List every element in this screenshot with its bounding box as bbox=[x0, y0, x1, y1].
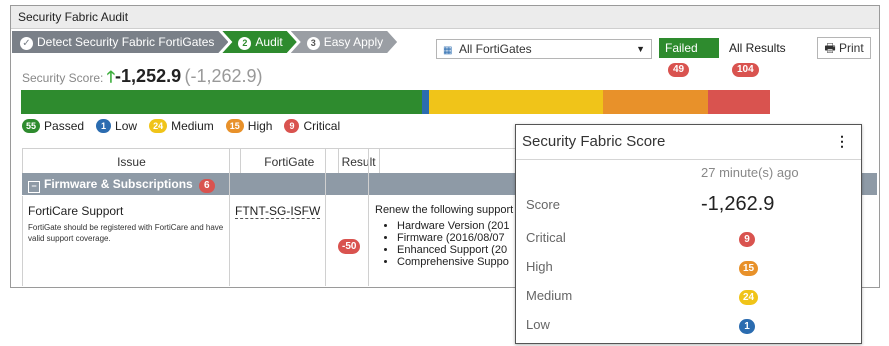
popup-score-label: Score bbox=[526, 197, 560, 212]
window-title: Security Fabric Audit bbox=[11, 6, 879, 29]
fortigate-icon: ▦ bbox=[443, 45, 453, 56]
fortigate-filter-value: All FortiGates bbox=[459, 42, 532, 56]
list-item: Comprehensive Suppo bbox=[397, 256, 513, 268]
issue-title: FortiCare Support bbox=[28, 204, 124, 218]
popup-low-label: Low bbox=[526, 317, 550, 332]
column-divider bbox=[368, 148, 369, 286]
result-badge: -50 bbox=[338, 239, 361, 254]
legend-medium[interactable]: 24 Medium bbox=[149, 119, 214, 133]
print-label: Print bbox=[838, 41, 864, 55]
critical-label: Critical bbox=[303, 119, 341, 133]
legend-critical[interactable]: 9 Critical bbox=[284, 119, 340, 133]
bar-segment-critical bbox=[707, 90, 770, 114]
col-header-issue[interactable]: Issue bbox=[22, 148, 241, 176]
passed-label: Passed bbox=[44, 119, 85, 133]
step-easy-apply-label: Easy Apply bbox=[323, 35, 384, 49]
score-distribution-bar bbox=[21, 90, 770, 114]
failed-filter-button[interactable]: Failed 49 bbox=[659, 38, 719, 77]
medium-label: Medium bbox=[171, 119, 214, 133]
step-detect-label: Detect Security Fabric FortiGates bbox=[37, 35, 215, 49]
popup-time-ago: 27 minute(s) ago bbox=[701, 165, 799, 180]
step-easy-apply-number: 3 bbox=[307, 37, 320, 50]
legend-passed[interactable]: 55 Passed bbox=[22, 119, 84, 133]
wizard-steps: ✓ Detect Security Fabric FortiGates 2 Audi… bbox=[12, 31, 391, 53]
bar-segment-medium bbox=[429, 90, 603, 114]
bar-segment-low bbox=[422, 90, 430, 114]
all-results-count-badge: 104 bbox=[732, 63, 759, 77]
group-label: Firmware & Subscriptions bbox=[44, 177, 193, 191]
check-icon: ✓ bbox=[20, 37, 33, 50]
recommendation-title: Renew the following support bbox=[375, 204, 514, 216]
popup-score-value: -1,262.9 bbox=[701, 193, 775, 215]
result-legend: 55 Passed 1 Low 24 Medium 15 High 9 Critical bbox=[22, 119, 346, 133]
popup-low-badge: 1 bbox=[739, 319, 755, 334]
step-easy-apply[interactable]: 3 Easy Apply bbox=[291, 31, 397, 53]
low-label: Low bbox=[115, 119, 138, 133]
high-label: High bbox=[247, 119, 273, 133]
step-audit-number: 2 bbox=[238, 37, 251, 50]
popup-medium-label: Medium bbox=[526, 288, 573, 303]
low-count-badge: 1 bbox=[96, 119, 112, 133]
legend-low[interactable]: 1 Low bbox=[96, 119, 137, 133]
list-item: Hardware Version (201 bbox=[397, 220, 513, 232]
security-fabric-score-popup: Security Fabric Score ⋮ 27 minute(s) ago… bbox=[515, 124, 862, 344]
fortigate-link[interactable]: FTNT-SG-ISFW bbox=[235, 204, 321, 219]
popup-critical-badge: 9 bbox=[739, 232, 755, 247]
failed-label: Failed bbox=[665, 41, 698, 55]
score-label: Security Score: bbox=[22, 71, 104, 85]
popup-medium-badge: 24 bbox=[739, 290, 759, 305]
step-detect[interactable]: ✓ Detect Security Fabric FortiGates bbox=[12, 31, 228, 53]
all-results-filter-button[interactable]: All Results 104 bbox=[723, 38, 813, 77]
high-count-badge: 15 bbox=[225, 119, 244, 133]
popup-high-label: High bbox=[526, 259, 553, 274]
bar-segment-passed bbox=[21, 90, 423, 114]
col-header-result[interactable]: Result bbox=[337, 148, 380, 176]
group-count-badge: 6 bbox=[199, 179, 215, 193]
chevron-down-icon: ▼ bbox=[636, 44, 645, 54]
bar-segment-high bbox=[602, 90, 708, 114]
collapse-icon[interactable]: − bbox=[28, 181, 40, 193]
list-item: Enhanced Support (20 bbox=[397, 244, 513, 256]
print-button[interactable]: 🖶 Print bbox=[817, 37, 871, 59]
issue-description: FortiGate should be registered with Fort… bbox=[28, 223, 224, 243]
critical-count-badge: 9 bbox=[284, 119, 300, 133]
printer-icon: 🖶 bbox=[824, 41, 836, 55]
step-audit-label: Audit bbox=[255, 35, 283, 49]
popup-high-badge: 15 bbox=[739, 261, 759, 276]
popup-critical-label: Critical bbox=[526, 230, 566, 245]
step-audit[interactable]: 2 Audit bbox=[222, 31, 296, 53]
all-results-label: All Results bbox=[729, 41, 786, 55]
fortigate-filter-select[interactable]: ▦ All FortiGates ▼ bbox=[436, 39, 652, 59]
legend-high[interactable]: 15 High bbox=[225, 119, 273, 133]
score-previous: (-1,262.9) bbox=[184, 66, 263, 86]
medium-count-badge: 24 bbox=[149, 119, 168, 133]
recommendation: Renew the following support Hardware Ver… bbox=[375, 204, 513, 268]
score-value: -1,252.9 bbox=[115, 66, 182, 86]
failed-count-badge: 49 bbox=[668, 63, 690, 77]
recommendation-list: Hardware Version (201 Firmware (2016/08/… bbox=[385, 220, 513, 268]
col-header-fortigate[interactable]: FortiGate bbox=[239, 148, 339, 176]
passed-count-badge: 55 bbox=[22, 119, 41, 133]
column-divider bbox=[229, 148, 230, 286]
arrow-up-icon: 🡑 bbox=[106, 69, 116, 86]
list-item: Firmware (2016/08/07 bbox=[397, 232, 513, 244]
kebab-menu-icon[interactable]: ⋮ bbox=[835, 133, 849, 150]
security-score: Security Score: 🡑-1,252.9 (-1,262.9) bbox=[22, 66, 263, 93]
popup-title: Security Fabric Score bbox=[516, 125, 861, 160]
column-divider bbox=[325, 148, 326, 286]
